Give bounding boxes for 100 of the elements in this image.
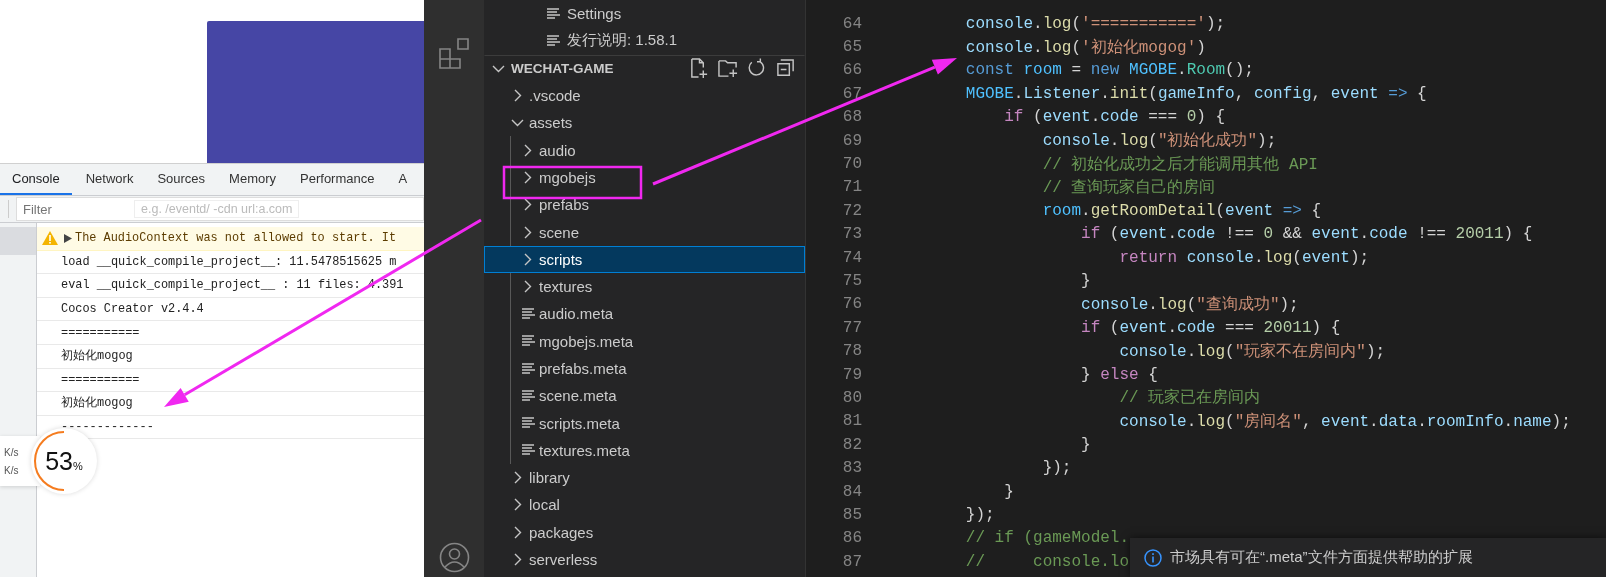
code-line: return console.log(event);	[1118, 248, 1370, 267]
code-line: });	[964, 505, 995, 524]
tree-item[interactable]: audio.meta	[484, 300, 805, 328]
line-number: 70	[841, 155, 862, 174]
line-number: 65	[841, 38, 862, 57]
tree-item[interactable]: prefabs	[484, 191, 805, 219]
file-lines-icon	[522, 307, 536, 320]
notification-message: 市场具有可在“.meta”文件方面提供帮助的扩展	[1170, 548, 1473, 567]
line-number: 86	[841, 529, 862, 548]
code-line: const room = new MGOBE.Room();	[964, 61, 1254, 80]
code-line: }	[1080, 272, 1091, 290]
line-number: 67	[841, 84, 862, 103]
code-line: } else {	[1080, 365, 1158, 384]
line-number: 69	[841, 131, 862, 150]
tree-item[interactable]: library	[484, 464, 805, 492]
warning-message: The AudioContext was not allowed to start. It	[75, 231, 397, 246]
collapse-all-icon[interactable]	[776, 57, 796, 79]
code-line: // 玩家已在房间内	[1118, 387, 1261, 409]
devtools-tab[interactable]: Memory	[217, 164, 289, 195]
new-folder-icon[interactable]	[718, 57, 738, 79]
line-number: 79	[841, 365, 862, 384]
console-message: ===========	[61, 372, 140, 387]
line-number: 87	[841, 552, 862, 571]
console-message: 初始化mogog	[61, 395, 133, 412]
code-line: if (event.code === 0) {	[1003, 108, 1226, 127]
tree-item[interactable]: prefabs.meta	[484, 354, 805, 383]
code-line: room.getRoomDetail(event => {	[1041, 201, 1322, 220]
code-line: MGOBE.Listener.init(gameInfo, config, event => {	[964, 84, 1427, 103]
console-message: load __quick_compile_project__: 11.5478515625 m	[61, 254, 397, 269]
code-line: if (event.code !== 0 && event.code !== 20011) {	[1080, 225, 1533, 244]
devtools-tab[interactable]: A	[386, 164, 420, 195]
console-message: 初始化mogog	[61, 348, 133, 365]
code-line: console.log('初始化mogog')	[964, 37, 1206, 58]
line-number: 66	[841, 61, 862, 80]
line-number: 64	[841, 14, 862, 33]
panel-item[interactable]: 发行说明: 1.58.1	[567, 31, 678, 51]
console-message: Cocos Creator v2.4.4	[61, 302, 204, 317]
code-line: console.log("房间名", event.data.roomInfo.name);	[1118, 411, 1571, 432]
line-number: 71	[841, 178, 862, 197]
code-line: // if (gameModel.	[964, 529, 1130, 548]
devtools-tab[interactable]: Network	[73, 164, 146, 195]
extensions-icon[interactable]	[438, 38, 470, 69]
line-number: 84	[841, 482, 862, 501]
file-lines-icon	[547, 7, 561, 20]
percent-sign: %	[73, 459, 83, 472]
code-line: console.log("查询成功");	[1080, 294, 1299, 315]
line-number: 68	[841, 108, 862, 127]
code-line: }	[1003, 482, 1014, 501]
info-icon	[1144, 548, 1162, 567]
code-line: console.log("初始化成功");	[1041, 130, 1277, 152]
line-number: 74	[841, 248, 862, 267]
tree-item[interactable]: mgobejs.meta	[484, 327, 805, 355]
file-lines-icon	[522, 389, 536, 402]
line-number: 72	[841, 201, 862, 220]
panel-item[interactable]: Settings	[567, 5, 622, 23]
expand-triangle-icon[interactable]	[64, 233, 72, 243]
code-line: console.log("玩家不在房间内");	[1118, 341, 1386, 362]
devtools-tab[interactable]: Performance	[288, 164, 387, 195]
devtools-tab[interactable]: Sources	[145, 164, 218, 195]
code-line: // console.lo	[964, 552, 1130, 571]
code-line: // 初始化成功之后才能调用其他 API	[1041, 154, 1318, 175]
console-message: ===========	[61, 325, 140, 340]
line-number: 73	[841, 225, 862, 244]
tree-item[interactable]: scene.meta	[484, 382, 805, 410]
line-number: 83	[841, 459, 862, 478]
tree-item[interactable]: scripts	[484, 245, 805, 273]
warning-icon	[41, 230, 59, 247]
code-line: });	[1041, 459, 1072, 478]
tree-item[interactable]: audio	[484, 136, 805, 164]
tree-item[interactable]: assets	[484, 109, 805, 137]
line-number: 80	[841, 388, 862, 407]
tree-item[interactable]: local	[484, 491, 805, 519]
file-lines-icon	[522, 417, 536, 430]
refresh-icon[interactable]	[747, 57, 767, 79]
tree-item[interactable]: textures.meta	[484, 436, 805, 465]
line-number: 78	[841, 342, 862, 361]
file-lines-icon	[522, 335, 536, 348]
line-number: 76	[841, 295, 862, 314]
tree-item[interactable]: textures	[484, 272, 805, 301]
usage-gauge[interactable]: 53%	[31, 428, 97, 494]
tree-item[interactable]: scripts.meta	[484, 409, 805, 437]
filter-hint-tooltip: e.g. /eventd/ -cdn url:a.com	[134, 200, 300, 218]
tree-item[interactable]: packages	[484, 518, 805, 546]
file-lines-icon	[547, 34, 561, 47]
tree-item[interactable]: mgobejs	[484, 163, 805, 192]
code-line: // 查询玩家自己的房间	[1041, 177, 1216, 198]
line-number: 85	[841, 505, 862, 524]
tree-item[interactable]: serverless	[484, 545, 805, 574]
tree-item[interactable]: .vscode	[484, 81, 805, 110]
file-lines-icon	[522, 362, 536, 375]
tree-item[interactable]: scene	[484, 218, 805, 246]
line-number: 77	[841, 318, 862, 337]
code-line: if (event.code === 20011) {	[1080, 318, 1341, 337]
download-speed-unit: K/s	[4, 464, 20, 476]
code-line: console.log('===========');	[964, 14, 1226, 33]
new-file-icon[interactable]	[689, 57, 709, 79]
file-lines-icon	[522, 444, 536, 457]
usage-percent: 53	[45, 446, 73, 476]
section-title[interactable]: WECHAT-GAME	[511, 60, 614, 76]
account-icon[interactable]	[438, 542, 470, 573]
